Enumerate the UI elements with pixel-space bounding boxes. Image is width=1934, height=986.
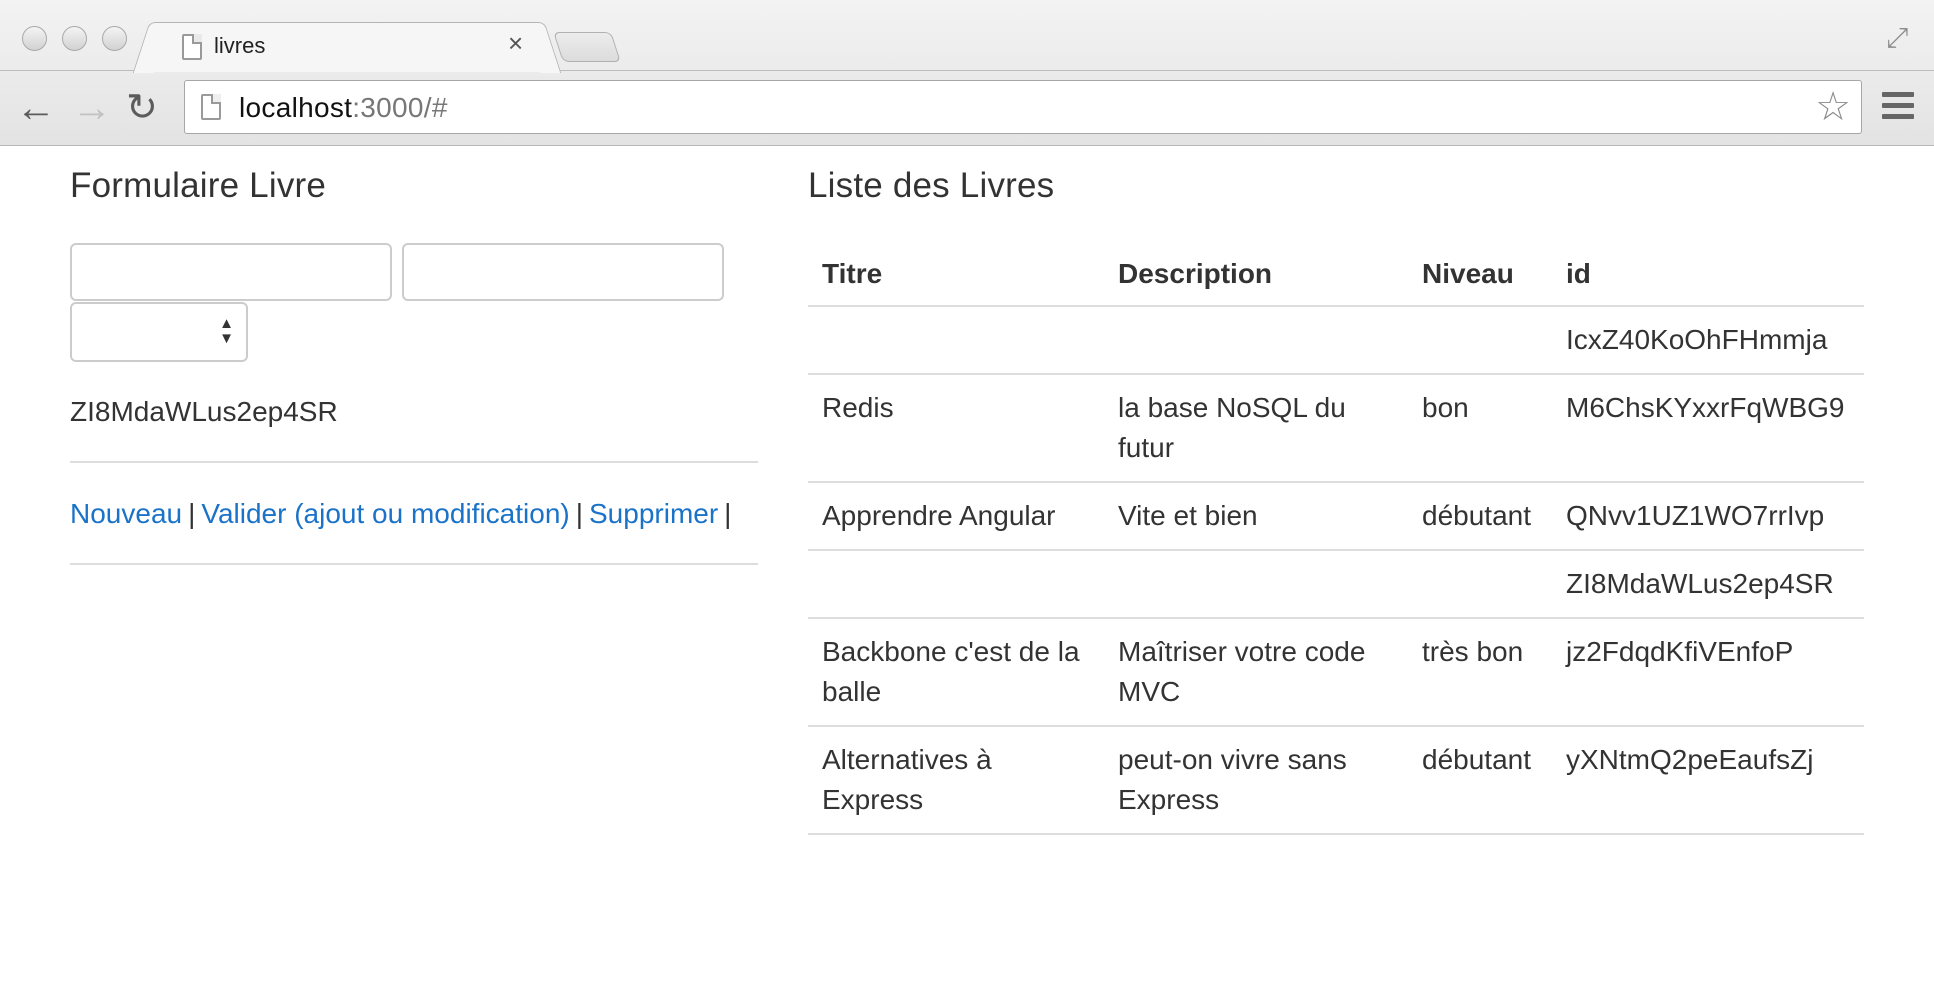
zoom-window-button[interactable] xyxy=(102,26,127,51)
bookmark-star-icon[interactable]: ☆ xyxy=(1815,85,1851,129)
list-title: Liste des Livres xyxy=(808,166,1055,205)
cell-titre xyxy=(808,306,1104,375)
table-row[interactable]: IcxZ40KoOhFHmmja xyxy=(808,306,1864,375)
cell-niveau: débutant xyxy=(1408,726,1552,835)
address-bar[interactable]: localhost:3000/# ☆ xyxy=(184,80,1862,134)
select-arrows-icon: ▲ ▼ xyxy=(219,315,234,347)
menu-icon[interactable] xyxy=(1882,92,1914,122)
divider xyxy=(70,461,758,463)
page-icon xyxy=(201,94,221,120)
cell-description xyxy=(1104,306,1408,375)
page-icon xyxy=(182,34,202,60)
cell-id: ZI8MdaWLus2ep4SR xyxy=(1552,550,1864,619)
url-path: :3000/# xyxy=(352,92,448,123)
cell-titre: Alternatives à Express xyxy=(808,726,1104,835)
page-content: Formulaire Livre ▲ ▼ ZI8MdaWLus2ep4SR Nou… xyxy=(0,147,1934,986)
table-row[interactable]: Alternatives à Express peut-on vivre san… xyxy=(808,726,1864,835)
cell-niveau xyxy=(1408,306,1552,375)
minimize-window-button[interactable] xyxy=(62,26,87,51)
cell-description: Vite et bien xyxy=(1104,482,1408,551)
fullscreen-icon[interactable]: ⤢ xyxy=(1886,22,1908,55)
cell-titre: Redis xyxy=(808,374,1104,483)
form-title: Formulaire Livre xyxy=(70,166,327,205)
cell-id: M6ChsKYxxrFqWBG9 xyxy=(1552,374,1864,483)
cell-titre: Apprendre Angular xyxy=(808,482,1104,551)
browser-chrome: livres × ⤢ ← → ↻ localhost:3000/# ☆ xyxy=(0,0,1934,146)
tab-close-icon[interactable]: × xyxy=(508,30,523,56)
cell-titre xyxy=(808,550,1104,619)
table-row[interactable]: Backbone c'est de la balle Maîtriser vot… xyxy=(808,618,1864,727)
url-text[interactable]: localhost:3000/# xyxy=(239,92,448,124)
cell-description xyxy=(1104,550,1408,619)
back-arrow-icon[interactable]: ← xyxy=(16,88,56,128)
close-window-button[interactable] xyxy=(22,26,47,51)
table-row[interactable]: ZI8MdaWLus2ep4SR xyxy=(808,550,1864,619)
reload-icon[interactable]: ↻ xyxy=(126,88,158,128)
column-header-niveau: Niveau xyxy=(1408,244,1552,307)
cell-description: peut-on vivre sans Express xyxy=(1104,726,1408,835)
cell-description: Maîtriser votre code MVC xyxy=(1104,618,1408,727)
cell-description: la base NoSQL du futur xyxy=(1104,374,1408,483)
column-header-id: id xyxy=(1552,244,1864,307)
table-row[interactable]: Redis la base NoSQL du futur bon M6ChsKY… xyxy=(808,374,1864,483)
cell-id: IcxZ40KoOhFHmmja xyxy=(1552,306,1864,375)
separator: | xyxy=(724,498,732,529)
table-header-row: Titre Description Niveau id xyxy=(808,244,1864,307)
browser-tab-active[interactable] xyxy=(152,22,542,72)
divider xyxy=(70,563,758,565)
current-book-id: ZI8MdaWLus2ep4SR xyxy=(70,396,338,427)
column-header-titre: Titre xyxy=(808,244,1104,307)
url-host: localhost xyxy=(239,92,353,123)
valider-link[interactable]: Valider (ajout ou modification) xyxy=(201,498,569,529)
separator: | xyxy=(188,498,196,529)
cell-id: yXNtmQ2peEaufsZj xyxy=(1552,726,1864,835)
cell-niveau xyxy=(1408,550,1552,619)
table-row[interactable]: Apprendre Angular Vite et bien débutant … xyxy=(808,482,1864,551)
cell-id: QNvv1UZ1WO7rrIvp xyxy=(1552,482,1864,551)
column-header-description: Description xyxy=(1104,244,1408,307)
new-tab-button[interactable] xyxy=(553,32,621,62)
form-actions: Nouveau | Valider (ajout ou modification) |… xyxy=(70,498,737,530)
cell-niveau: bon xyxy=(1408,374,1552,483)
cell-niveau: très bon xyxy=(1408,618,1552,727)
niveau-select[interactable]: ▲ ▼ xyxy=(70,302,248,362)
description-input[interactable] xyxy=(402,243,724,301)
cell-id: jz2FdqdKfiVEnfoP xyxy=(1552,618,1864,727)
cell-niveau: débutant xyxy=(1408,482,1552,551)
separator: | xyxy=(575,498,583,529)
nouveau-link[interactable]: Nouveau xyxy=(70,498,182,529)
books-table: Titre Description Niveau id IcxZ40KoOhFH… xyxy=(808,244,1864,835)
forward-arrow-icon[interactable]: → xyxy=(72,88,112,128)
tab-title: livres xyxy=(214,33,266,58)
supprimer-link[interactable]: Supprimer xyxy=(589,498,718,529)
titre-input[interactable] xyxy=(70,243,392,301)
cell-titre: Backbone c'est de la balle xyxy=(808,618,1104,727)
